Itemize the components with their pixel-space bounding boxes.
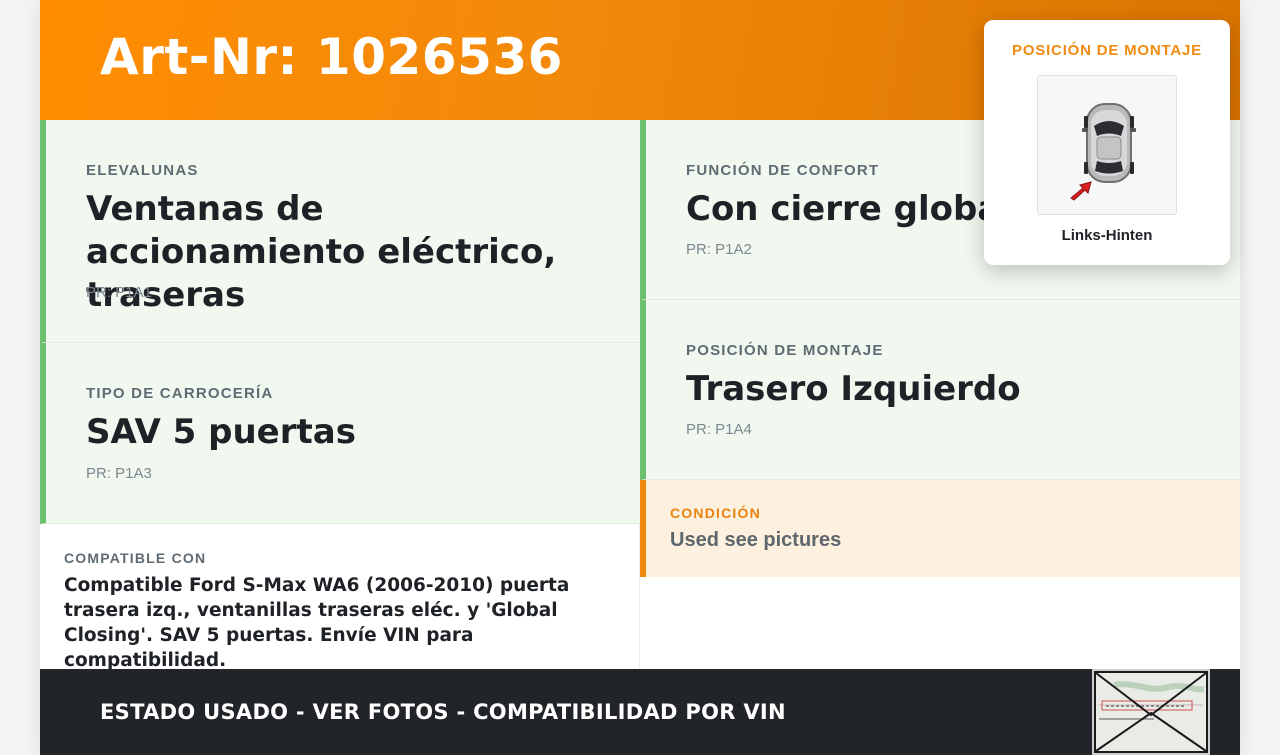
- spec-cell-window-lifter: ELEVALUNAS Ventanas de accionamiento elé…: [40, 120, 640, 343]
- spec-value: SAV 5 puertas: [86, 412, 356, 452]
- footer-text: ESTADO USADO - VER FOTOS - COMPATIBILIDA…: [100, 700, 786, 724]
- condition-panel: CONDICIÓN Used see pictures: [640, 480, 1240, 577]
- spec-pr-code: PR: P1A3: [86, 465, 152, 482]
- red-arrow-icon: [1068, 177, 1094, 201]
- popup-caption: Links-Hinten: [1061, 227, 1153, 244]
- compatibility-text: Compatible Ford S-Max WA6 (2006-2010) pu…: [64, 575, 570, 671]
- vehicle-registration-document-icon: [1092, 669, 1210, 755]
- spec-pr-code: PR: P1A4: [686, 421, 752, 438]
- spec-value: Trasero Izquierdo: [686, 369, 1021, 409]
- spec-label: FUNCIÓN DE CONFORT: [686, 162, 880, 179]
- condition-label: CONDICIÓN: [670, 505, 761, 521]
- spec-label: POSICIÓN DE MONTAJE: [686, 342, 884, 359]
- article-number-title: Art-Nr: 1026536: [100, 28, 563, 86]
- spec-value: Ventanas de accionamiento eléctrico, tra…: [86, 189, 557, 315]
- condition-value: Used see pictures: [670, 529, 842, 551]
- spec-cell-mounting-position: POSICIÓN DE MONTAJE Trasero Izquierdo PR…: [640, 300, 1240, 480]
- spec-label: TIPO DE CARROCERÍA: [86, 385, 274, 402]
- compatibility-panel: COMPATIBLE CON Compatible Ford S-Max WA6…: [40, 524, 640, 671]
- mounting-position-popup: POSICIÓN DE MONTAJE Links-Hinten: [984, 20, 1230, 265]
- spec-pr-code: PR: P1A1: [86, 284, 152, 301]
- spec-pr-code: PR: P1A2: [686, 241, 752, 258]
- compatibility-label: COMPATIBLE CON: [64, 550, 207, 566]
- spec-cell-body-type: TIPO DE CARROCERÍA SAV 5 puertas PR: P1A…: [40, 343, 640, 524]
- footer-bar: ESTADO USADO - VER FOTOS - COMPATIBILIDA…: [40, 669, 1240, 755]
- car-top-view-icon: [1037, 75, 1177, 215]
- popup-title: POSICIÓN DE MONTAJE: [1012, 42, 1202, 59]
- spec-label: ELEVALUNAS: [86, 162, 199, 179]
